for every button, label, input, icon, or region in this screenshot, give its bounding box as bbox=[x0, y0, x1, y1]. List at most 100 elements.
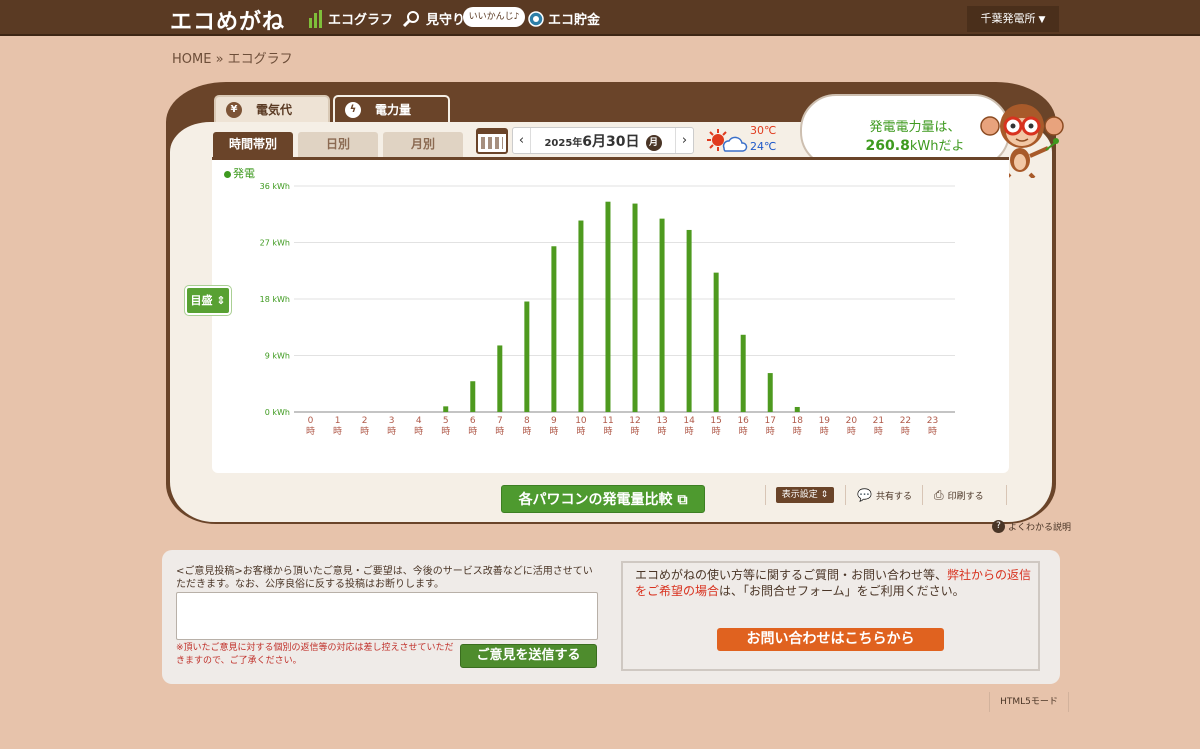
plant-selector[interactable]: 千葉発電所 ▼ bbox=[967, 6, 1059, 32]
divider bbox=[922, 485, 923, 505]
x-tick-suffix: 時 bbox=[820, 426, 829, 437]
weekday-badge: 月 bbox=[645, 134, 662, 151]
share-label: 共有する bbox=[875, 491, 912, 502]
x-tick-label: 21 bbox=[873, 416, 884, 426]
nav-eco-savings[interactable]: エコ貯金 bbox=[528, 9, 600, 28]
top-nav-bar: エコめがね エコグラフ 見守り いいかんじ♪ エコ貯金 千葉発電所 ▼ bbox=[0, 0, 1200, 36]
prev-date-button[interactable]: ‹ bbox=[513, 128, 531, 153]
nav-ecograph[interactable]: エコグラフ bbox=[308, 9, 393, 28]
x-tick-suffix: 時 bbox=[712, 426, 721, 437]
tab-power-amount-label: 電力量 bbox=[375, 103, 412, 117]
compare-inverters-label: 各パワコンの発電量比較 bbox=[518, 492, 673, 508]
bar bbox=[740, 334, 746, 412]
x-tick-suffix: 時 bbox=[685, 426, 694, 437]
external-link-icon: ⧉ bbox=[677, 492, 688, 508]
bubble-unit: kWhだよ bbox=[909, 139, 965, 154]
print-button[interactable]: ⎙ 印刷する bbox=[934, 488, 984, 503]
x-tick-label: 16 bbox=[737, 416, 749, 426]
x-tick-suffix: 時 bbox=[739, 426, 748, 437]
tab-power-amount[interactable]: ϟ 電力量 bbox=[333, 95, 450, 122]
x-tick-suffix: 時 bbox=[766, 426, 775, 437]
x-tick-label: 10 bbox=[575, 416, 587, 426]
next-date-button[interactable]: › bbox=[674, 128, 693, 153]
x-tick-suffix: 時 bbox=[333, 426, 342, 437]
feedback-textarea[interactable] bbox=[176, 592, 598, 640]
x-tick-label: 13 bbox=[656, 416, 667, 426]
tab-electricity-cost[interactable]: ¥ 電気代 bbox=[214, 95, 330, 122]
status-badge: いいかんじ♪ bbox=[463, 7, 525, 27]
bar bbox=[713, 272, 719, 412]
x-tick-label: 14 bbox=[683, 416, 695, 426]
x-tick-suffix: 時 bbox=[847, 426, 856, 437]
x-tick-suffix: 時 bbox=[306, 426, 315, 437]
x-tick-label: 1 bbox=[335, 416, 341, 426]
current-date: 2025年6月30日月 bbox=[544, 131, 662, 151]
x-tick-suffix: 時 bbox=[522, 426, 531, 437]
tab-daily[interactable]: 日別 bbox=[298, 132, 378, 157]
x-tick-label: 2 bbox=[362, 416, 368, 426]
tab-hourly[interactable]: 時間帯別 bbox=[213, 132, 293, 157]
x-tick-label: 19 bbox=[819, 416, 831, 426]
x-tick-label: 11 bbox=[602, 416, 613, 426]
tab-electricity-cost-label: 電気代 bbox=[256, 103, 293, 117]
x-tick-suffix: 時 bbox=[928, 426, 937, 437]
send-feedback-button[interactable]: ご意見を送信する bbox=[460, 644, 597, 668]
sun-cloud-icon bbox=[707, 129, 748, 152]
temp-low: 24℃ bbox=[750, 140, 777, 153]
x-tick-suffix: 時 bbox=[495, 426, 504, 437]
contact-button[interactable]: お問い合わせはこちらから bbox=[717, 628, 944, 651]
temp-high: 30℃ bbox=[750, 124, 777, 137]
yen-icon: ¥ bbox=[226, 101, 242, 118]
bar bbox=[578, 220, 584, 412]
x-tick-label: 17 bbox=[765, 416, 776, 426]
x-tick-label: 15 bbox=[710, 416, 721, 426]
nav-mimamori-label: 見守り bbox=[426, 13, 466, 28]
y-tick-label: 36 kWh bbox=[260, 182, 290, 191]
tab-monthly[interactable]: 月別 bbox=[383, 132, 463, 157]
bar bbox=[632, 203, 638, 412]
bar-chart-icon bbox=[309, 9, 322, 28]
caret-down-icon: ▼ bbox=[1038, 15, 1046, 25]
feedback-note: ※頂いたご意見に対する個別の返信等の対応は差し控えさせていただきますので、ご了承… bbox=[176, 643, 454, 666]
x-tick-suffix: 時 bbox=[901, 426, 910, 437]
x-tick-suffix: 時 bbox=[468, 426, 477, 437]
help-label: よくわかる説明 bbox=[1008, 523, 1072, 533]
bubble-total-value: 260.8 bbox=[865, 138, 910, 154]
x-tick-suffix: 時 bbox=[793, 426, 802, 437]
x-tick-suffix: 時 bbox=[387, 426, 396, 437]
app-logo[interactable]: エコめがね bbox=[170, 4, 285, 36]
x-tick-suffix: 時 bbox=[631, 426, 640, 437]
x-tick-label: 0 bbox=[308, 416, 314, 426]
date-navigator: ‹ 2025年6月30日月 › bbox=[512, 127, 694, 154]
lightning-icon: ϟ bbox=[345, 101, 361, 118]
bar bbox=[659, 218, 665, 412]
hourly-generation-chart: 0 kWh9 kWh18 kWh27 kWh36 kWh0時1時2時3時4時5時… bbox=[260, 182, 955, 437]
contact-text-a: エコめがねの使い方等に関するご質問・お問い合わせ等、 bbox=[635, 568, 948, 582]
x-tick-label: 20 bbox=[846, 416, 858, 426]
y-tick-label: 9 kWh bbox=[265, 352, 290, 361]
x-tick-label: 7 bbox=[497, 416, 503, 426]
x-tick-label: 4 bbox=[416, 416, 422, 426]
x-tick-suffix: 時 bbox=[603, 426, 612, 437]
bar bbox=[497, 345, 503, 412]
bar bbox=[686, 229, 692, 412]
nav-mimamori[interactable]: 見守り bbox=[402, 9, 465, 28]
x-tick-label: 6 bbox=[470, 416, 476, 426]
display-settings-select[interactable]: 表示設定 ⇕ bbox=[776, 487, 834, 503]
y-tick-label: 0 kWh bbox=[265, 408, 290, 417]
question-icon: ? bbox=[992, 520, 1005, 533]
x-tick-label: 12 bbox=[629, 416, 640, 426]
date-year: 2025年 bbox=[544, 137, 583, 149]
plant-selector-label: 千葉発電所 bbox=[980, 12, 1036, 25]
share-button[interactable]: 💬 共有する bbox=[857, 488, 912, 502]
coin-icon bbox=[528, 10, 544, 27]
compare-inverters-button[interactable]: 各パワコンの発電量比較 ⧉ bbox=[501, 485, 705, 513]
calendar-icon[interactable] bbox=[476, 128, 508, 154]
feedback-intro: <ご意見投稿>お客様から頂いたご意見・ご要望は、今後のサービス改善などに活用させ… bbox=[176, 566, 593, 590]
x-tick-label: 9 bbox=[551, 416, 557, 426]
help-link[interactable]: ? よくわかる説明 bbox=[992, 520, 1071, 533]
y-tick-label: 18 kWh bbox=[260, 295, 290, 304]
bar bbox=[605, 201, 611, 412]
breadcrumb[interactable]: HOME » エコグラフ bbox=[172, 48, 293, 67]
html5-mode-link[interactable]: HTML5モード bbox=[989, 692, 1069, 712]
